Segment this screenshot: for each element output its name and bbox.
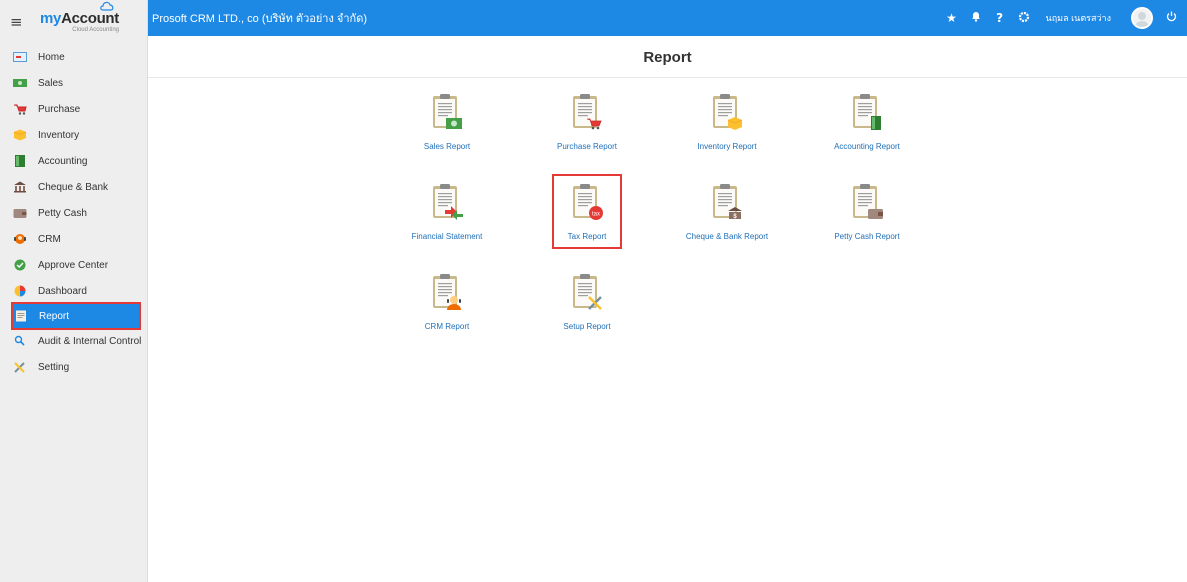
sidebar-item-label: Accounting	[38, 155, 88, 167]
sidebar-item-audit[interactable]: Audit & Internal Control	[0, 328, 147, 354]
book-icon	[12, 155, 28, 167]
report-tile-purchase[interactable]: Purchase Report	[527, 92, 647, 151]
sidebar-item-purchase[interactable]: Purchase	[0, 96, 147, 122]
tax-badge-text: tax	[592, 211, 600, 217]
wallet-icon	[12, 207, 28, 219]
power-icon[interactable]	[1161, 11, 1181, 25]
sidebar-item-label: Setting	[38, 361, 70, 373]
tools-icon	[12, 361, 28, 373]
report-tile-label: Sales Report	[423, 142, 471, 151]
bell-icon[interactable]	[964, 11, 988, 25]
sidebar-item-label: Dashboard	[38, 285, 87, 297]
magnifier-icon	[12, 335, 28, 347]
report-tile-label: Purchase Report	[556, 142, 618, 151]
report-tile-accounting[interactable]: Accounting Report	[807, 92, 927, 151]
cloud-icon	[100, 1, 114, 11]
accounting-report-icon	[853, 94, 881, 130]
report-tile-financial-statement[interactable]: Financial Statement	[387, 182, 507, 241]
report-tile-inventory[interactable]: Inventory Report	[667, 92, 787, 151]
report-tile-label: Tax Report	[567, 232, 607, 241]
pie-chart-icon	[12, 285, 28, 297]
sales-icon	[12, 77, 28, 89]
sidebar-item-accounting[interactable]: Accounting	[0, 148, 147, 174]
inventory-report-icon	[713, 94, 743, 130]
report-tile-sales[interactable]: Sales Report	[387, 92, 507, 151]
report-tile-crm[interactable]: CRM Report	[387, 272, 507, 331]
sidebar-item-label: Petty Cash	[38, 207, 87, 219]
sidebar-item-crm[interactable]: CRM	[0, 226, 147, 252]
hamburger-menu-icon[interactable]: ≡	[10, 13, 32, 31]
sidebar-item-petty-cash[interactable]: Petty Cash	[0, 200, 147, 226]
topbar-actions: ★ ? นฤมล เนตรสว่าง	[940, 7, 1187, 29]
report-tile-setup[interactable]: Setup Report	[527, 272, 647, 331]
sidebar-item-setting[interactable]: Setting	[0, 354, 147, 380]
avatar[interactable]	[1131, 7, 1153, 29]
home-icon	[12, 51, 28, 63]
sidebar-item-label: Cheque & Bank	[38, 181, 109, 193]
report-icon	[13, 310, 29, 322]
cart-icon	[12, 103, 28, 115]
report-tile-label: Financial Statement	[411, 232, 483, 241]
petty-cash-report-icon	[853, 184, 883, 219]
sidebar-item-label: Purchase	[38, 103, 81, 115]
sidebar-item-sales[interactable]: Sales	[0, 70, 147, 96]
report-tile-label: Inventory Report	[697, 142, 757, 151]
sidebar-item-inventory[interactable]: Inventory	[0, 122, 147, 148]
report-tile-cheque-bank[interactable]: $ Cheque & Bank Report	[667, 182, 787, 241]
sidebar: ≡ myAccount Cloud Accounting Home Sales …	[0, 0, 148, 582]
main-content: Report Sales Report Purchase Report Invent…	[148, 36, 1187, 582]
report-tile-petty-cash[interactable]: Petty Cash Report	[807, 182, 927, 241]
sidebar-item-cheque-bank[interactable]: Cheque & Bank	[0, 174, 147, 200]
sidebar-item-label: Approve Center	[38, 259, 109, 271]
logo-subtitle: Cloud Accounting	[72, 27, 119, 33]
cheque-bank-report-icon: $	[713, 184, 742, 220]
sidebar-item-approve-center[interactable]: Approve Center	[0, 252, 147, 278]
crm-icon	[12, 233, 28, 245]
app-logo[interactable]: myAccount Cloud Accounting	[40, 1, 119, 33]
page-title: Report	[148, 36, 1187, 78]
user-name[interactable]: นฤมล เนตรสว่าง	[1046, 11, 1111, 25]
sidebar-item-dashboard[interactable]: Dashboard	[0, 278, 147, 304]
brand-bar: ≡ myAccount Cloud Accounting	[0, 0, 147, 44]
report-tile-label: Setup Report	[563, 322, 611, 331]
purchase-report-icon	[573, 94, 602, 130]
gear-icon[interactable]	[1012, 11, 1036, 26]
financial-statement-report-icon	[433, 184, 463, 220]
sales-report-icon	[433, 94, 462, 129]
crm-report-icon	[433, 274, 461, 310]
help-icon[interactable]: ?	[988, 11, 1012, 25]
top-bar: Prosoft CRM LTD., co (บริษัท ตัวอย่าง จำ…	[148, 0, 1187, 36]
sidebar-item-label: Sales	[38, 77, 64, 89]
setup-report-icon	[573, 274, 602, 310]
check-circle-icon	[12, 259, 28, 271]
sidebar-nav: Home Sales Purchase Inventory Accounting…	[0, 44, 147, 380]
sidebar-item-label: Report	[39, 310, 70, 322]
report-tile-tax[interactable]: tax Tax Report	[552, 174, 622, 249]
sidebar-item-home[interactable]: Home	[0, 44, 147, 70]
sidebar-item-label: Audit & Internal Control	[38, 335, 142, 347]
sidebar-item-label: Home	[38, 51, 65, 63]
star-icon[interactable]: ★	[940, 11, 964, 25]
bank-icon	[12, 181, 28, 193]
sidebar-item-report[interactable]: Report	[11, 302, 141, 330]
app-root: ≡ myAccount Cloud Accounting Home Sales …	[0, 0, 1187, 582]
box-icon	[12, 129, 28, 141]
report-tile-label: CRM Report	[424, 322, 470, 331]
sidebar-item-label: Inventory	[38, 129, 80, 141]
logo-text: myAccount	[40, 10, 119, 27]
report-tile-label: Cheque & Bank Report	[685, 232, 769, 241]
company-name: Prosoft CRM LTD., co (บริษัท ตัวอย่าง จำ…	[152, 13, 367, 25]
sidebar-item-label: CRM	[38, 233, 61, 245]
report-tile-label: Accounting Report	[834, 142, 900, 151]
report-tile-label: Petty Cash Report	[834, 232, 900, 241]
tax-report-icon: tax	[573, 184, 603, 220]
